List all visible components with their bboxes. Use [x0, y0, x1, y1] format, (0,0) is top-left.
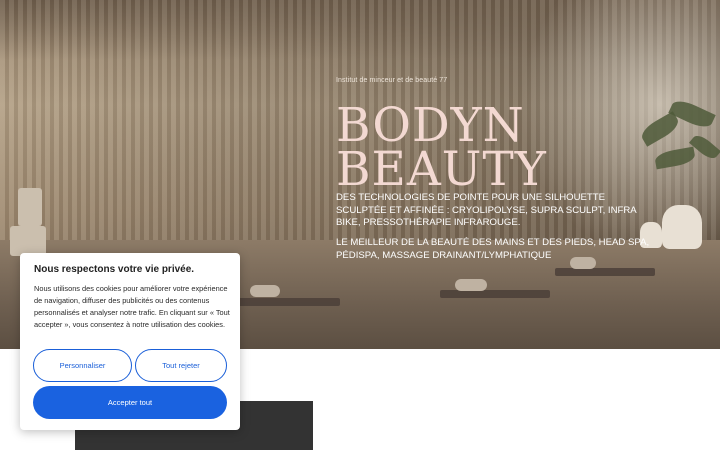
reject-all-cookies-button[interactable]: Tout rejeter: [135, 349, 227, 382]
hero-decor-vase: [662, 205, 702, 249]
hero-description-body-sculpting: DES TECHNOLOGIES DE POINTE POUR UNE SILH…: [336, 192, 637, 229]
hero-decor-mat: [230, 298, 340, 306]
cookie-consent-dialog: Nous respectons votre vie privée. Nous u…: [20, 253, 240, 430]
cookie-dialog-title: Nous respectons votre vie privée.: [34, 264, 195, 275]
hero-decor-bolster: [455, 279, 487, 291]
cookie-dialog-text: Nous utilisons des cookies pour améliore…: [34, 284, 230, 329]
brand-title-line2: BEAUTY: [336, 142, 547, 197]
hero-decor-mat: [440, 290, 550, 298]
customize-cookies-button[interactable]: Personnaliser: [33, 349, 132, 382]
hero-decor-stool: [18, 188, 42, 226]
accept-all-cookies-button[interactable]: Accepter tout: [33, 386, 227, 419]
hero-decor-mat: [555, 268, 655, 276]
hero-decor-stool: [10, 226, 46, 256]
hero-decor-bolster: [250, 285, 280, 297]
brand-title: BODYN BEAUTY: [336, 102, 547, 197]
hero-description-beauty-care: LE MEILLEUR DE LA BEAUTÉ DES MAINS ET DE…: [336, 237, 650, 261]
hero-eyebrow: Institut de minceur et de beauté 77: [336, 77, 448, 84]
